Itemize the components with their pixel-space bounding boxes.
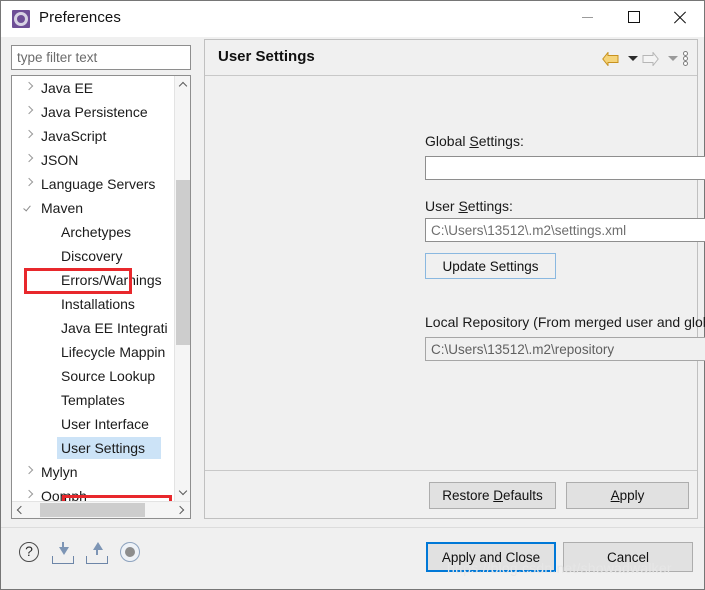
chevron-right-icon[interactable] (25, 131, 34, 140)
sidebar-item-java-ee-integrati[interactable]: Java EE Integrati (12, 316, 175, 340)
preferences-dialog: Preferences Java EE Java Persistence JavaS… (0, 0, 705, 590)
forward-dropdown-icon (668, 56, 678, 61)
scroll-up-icon[interactable] (175, 76, 190, 93)
sidebar-item-label: JavaScript (41, 128, 107, 144)
chevron-right-icon[interactable] (25, 491, 34, 500)
sidebar-item-label: Lifecycle Mappin (61, 344, 166, 360)
sidebar-item-lifecycle-mappin[interactable]: Lifecycle Mappin (12, 340, 175, 364)
global-settings-label-pre: Global (425, 133, 470, 149)
restore-defaults-button[interactable]: Restore Defaults (429, 482, 556, 509)
restore-label-pre: Restore (442, 488, 494, 503)
sidebar-item-label: Source Lookup (61, 368, 156, 384)
scroll-right-icon[interactable] (173, 502, 190, 518)
tree-horizontal-scrollbar[interactable] (12, 501, 190, 518)
sidebar-item-label: Discovery (61, 248, 123, 264)
sidebar-item-label: Java EE Integrati (61, 320, 168, 336)
panel-header: User Settings (205, 40, 697, 76)
apply-button[interactable]: Apply (566, 482, 689, 509)
sidebar-item-label: User Settings (61, 440, 146, 456)
sidebar-item-maven[interactable]: Maven (12, 196, 175, 220)
apply-label-post: pply (619, 488, 645, 503)
sidebar-item-label: Java EE (41, 80, 94, 96)
horizontal-scroll-thumb[interactable] (40, 503, 145, 517)
sidebar-item-label: User Interface (61, 416, 149, 432)
sidebar-item-label: Archetypes (61, 224, 132, 240)
forward-arrow-icon (642, 52, 659, 66)
back-dropdown-icon[interactable] (628, 56, 638, 61)
sidebar-item-user-interface[interactable]: User Interface (12, 412, 175, 436)
title-bar: Preferences (1, 1, 704, 37)
tree-vertical-scrollbar[interactable] (174, 76, 190, 501)
view-menu-icon[interactable] (682, 51, 690, 67)
help-icon[interactable]: ? (19, 542, 41, 564)
maximize-icon[interactable] (612, 1, 658, 33)
sidebar-item-mylyn[interactable]: Mylyn (12, 460, 175, 484)
local-repository-label: Local Repository (From merged user and g… (425, 314, 705, 330)
export-icon[interactable] (86, 542, 110, 564)
minimize-icon[interactable] (566, 1, 612, 33)
sidebar-item-language-servers[interactable]: Language Servers (12, 172, 175, 196)
sidebar-item-oomph[interactable]: Oomph (12, 484, 175, 501)
user-settings-label-pre: User (425, 198, 459, 214)
sidebar-item-javascript[interactable]: JavaScript (12, 124, 175, 148)
dialog-bottom-bar: ? Apply and Close Cancel https://blog.cs… (1, 527, 704, 589)
back-arrow-icon[interactable] (602, 52, 619, 66)
sidebar-item-label: Maven (41, 200, 84, 216)
sidebar-item-label: Oomph (41, 488, 87, 501)
preferences-tree-panel: Java EE Java Persistence JavaScript JSON Lan… (11, 75, 191, 519)
sidebar-item-label: Errors/Warnings (61, 272, 162, 288)
global-settings-input[interactable] (425, 156, 705, 180)
update-settings-button[interactable]: Update Settings (425, 253, 556, 279)
restore-label-post: efaults (503, 488, 543, 503)
sidebar-item-java-ee[interactable]: Java EE (12, 76, 175, 100)
chevron-right-icon[interactable] (25, 179, 34, 188)
apply-label-mnemonic: A (610, 488, 620, 503)
page-title: User Settings (218, 48, 315, 65)
sidebar-item-label: Java Persistence (41, 104, 148, 120)
apply-and-close-button[interactable]: Apply and Close (426, 542, 556, 572)
sidebar-item-label: Installations (61, 296, 135, 312)
chevron-right-icon[interactable] (25, 83, 34, 92)
sidebar-item-java-persistence[interactable]: Java Persistence (12, 100, 175, 124)
sidebar-item-archetypes[interactable]: Archetypes (12, 220, 175, 244)
sidebar-item-label: Language Servers (41, 176, 156, 192)
window-title: Preferences (39, 9, 121, 26)
sidebar-item-discovery[interactable]: Discovery (12, 244, 175, 268)
settings-panel: User Settings Global Settings: Browse...… (204, 39, 705, 519)
sidebar-item-source-lookup[interactable]: Source Lookup (12, 364, 175, 388)
vertical-scroll-thumb[interactable] (176, 180, 190, 345)
record-icon[interactable] (120, 542, 142, 564)
preferences-tree[interactable]: Java EE Java Persistence JavaScript JSON Lan… (12, 76, 175, 501)
chevron-right-icon[interactable] (25, 467, 34, 476)
global-settings-label-post: ettings: (478, 133, 524, 149)
restore-label-mnemonic: D (493, 488, 503, 503)
sidebar-item-json[interactable]: JSON (12, 148, 175, 172)
import-icon[interactable] (52, 542, 76, 564)
sidebar-item-templates[interactable]: Templates (12, 388, 175, 412)
local-repository-input[interactable] (425, 337, 705, 361)
sidebar-item-installations[interactable]: Installations (12, 292, 175, 316)
user-settings-label-post: ettings: (467, 198, 513, 214)
sidebar-item-label: JSON (41, 152, 79, 168)
user-settings-input[interactable] (425, 218, 705, 242)
expanded-check-icon[interactable] (24, 200, 35, 211)
user-settings-label-mnemonic: S (458, 198, 468, 214)
close-icon[interactable] (658, 1, 704, 33)
global-settings-label: Global Settings: (425, 133, 524, 149)
preferences-gear-icon (12, 10, 30, 28)
chevron-right-icon[interactable] (25, 155, 34, 164)
cancel-button[interactable]: Cancel (563, 542, 693, 572)
filter-input[interactable] (11, 45, 191, 70)
user-settings-label: User Settings: (425, 198, 513, 214)
global-settings-label-mnemonic: S (469, 133, 479, 149)
panel-footer: Restore Defaults Apply (205, 470, 697, 518)
sidebar-item-errors-warnings[interactable]: Errors/Warnings (12, 268, 175, 292)
scroll-down-icon[interactable] (175, 484, 190, 501)
scroll-left-icon[interactable] (12, 502, 29, 518)
sidebar-item-user-settings[interactable]: User Settings (12, 436, 175, 460)
sidebar-item-label: Templates (61, 392, 125, 408)
chevron-right-icon[interactable] (25, 107, 34, 116)
sidebar-item-label: Mylyn (41, 464, 78, 480)
